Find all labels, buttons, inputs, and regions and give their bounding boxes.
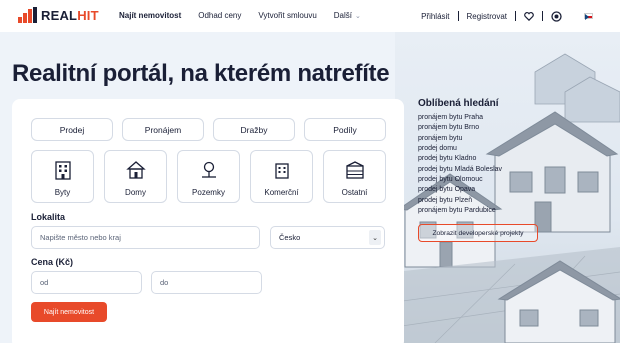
nav-find-property[interactable]: Najít nemovitost <box>119 11 181 20</box>
main-nav: Najít nemovitost Odhad ceny Vytvořit sml… <box>119 11 395 20</box>
other-property-icon <box>345 161 364 179</box>
favorite-search-link[interactable]: prodej bytu Opava <box>418 185 502 195</box>
nav-more[interactable]: Další ⌄ <box>334 11 378 20</box>
chevron-down-icon: ⌄ <box>355 13 361 20</box>
category-houses-tile[interactable]: Domy <box>104 150 167 203</box>
category-land-tile[interactable]: Pozemky <box>177 150 240 203</box>
logo-text: REALHIT <box>41 7 99 23</box>
type-rent-button[interactable]: Pronájem <box>122 118 204 141</box>
favorite-search-link[interactable]: pronájem bytu Praha <box>418 113 502 123</box>
login-link[interactable]: Přihlásit <box>421 12 449 21</box>
category-label: Domy <box>125 188 146 197</box>
nav-price-estimate[interactable]: Odhad ceny <box>198 11 241 20</box>
heart-icon[interactable] <box>524 11 534 21</box>
divider <box>542 11 543 21</box>
favorites-list: pronájem bytu Praha pronájem bytu Brno p… <box>418 113 502 216</box>
country-value: Česko <box>279 233 301 242</box>
category-other-tile[interactable]: Ostatní <box>323 150 386 203</box>
location-input[interactable]: Napište město nebo kraj <box>31 226 260 249</box>
location-label: Lokalita <box>31 212 66 222</box>
page-title: Realitní portál, na kterém natrefíte <box>12 60 390 87</box>
category-label: Ostatní <box>341 188 368 197</box>
category-label: Komerční <box>264 188 299 197</box>
developer-projects-button[interactable]: Zobrazit developerské projekty <box>418 224 538 242</box>
favorite-search-link[interactable]: pronájem bytu Brno <box>418 123 502 133</box>
top-header: REALHIT Najít nemovitost Odhad ceny Vytv… <box>0 0 620 32</box>
favorite-search-link[interactable]: prodej domu <box>418 144 502 154</box>
favorite-search-link[interactable]: prodej bytu Kladno <box>418 154 502 164</box>
logo-icon <box>18 7 38 23</box>
favorite-search-link[interactable]: pronájem bytu Pardubice <box>418 206 502 216</box>
type-shares-button[interactable]: Podíly <box>304 118 386 141</box>
type-sale-button[interactable]: Prodej <box>31 118 113 141</box>
apartment-building-icon <box>54 161 71 180</box>
register-link[interactable]: Registrovat <box>467 12 507 21</box>
favorite-search-link[interactable]: pronájem bytu <box>418 134 502 144</box>
favorite-search-link[interactable]: prodej bytu Olomouc <box>418 175 502 185</box>
commercial-building-icon <box>274 163 289 179</box>
chevron-down-icon: ⌄ <box>369 230 381 245</box>
search-submit-button[interactable]: Najít nemovitost <box>31 302 107 322</box>
category-label: Byty <box>54 188 71 197</box>
nav-more-label: Další <box>333 11 352 20</box>
category-commercial-tile[interactable]: Komerční <box>250 150 313 203</box>
favorite-search-link[interactable]: prodej bytu Plzeň <box>418 196 502 206</box>
logo[interactable]: REALHIT <box>18 7 99 23</box>
category-label: Pozemky <box>192 188 225 197</box>
house-icon <box>125 161 146 179</box>
country-select[interactable]: Česko ⌄ <box>270 226 385 249</box>
divider <box>515 11 516 21</box>
price-label: Cena (Kč) <box>31 257 74 267</box>
price-to-input[interactable]: do <box>151 271 262 294</box>
nav-create-contract[interactable]: Vytvořit smlouvu <box>258 11 316 20</box>
account-nav: Přihlásit Registrovat <box>421 0 620 32</box>
favorites-title: Oblíbená hledání <box>418 98 499 109</box>
accessibility-icon[interactable] <box>551 10 562 22</box>
czech-flag-icon[interactable] <box>584 13 593 20</box>
divider <box>457 11 459 21</box>
favorite-search-link[interactable]: prodej bytu Mladá Boleslav <box>418 165 502 175</box>
price-from-input[interactable]: od <box>31 271 142 294</box>
category-apartments-tile[interactable]: Byty <box>31 150 94 203</box>
type-auctions-button[interactable]: Dražby <box>213 118 295 141</box>
land-plot-icon <box>201 161 216 178</box>
